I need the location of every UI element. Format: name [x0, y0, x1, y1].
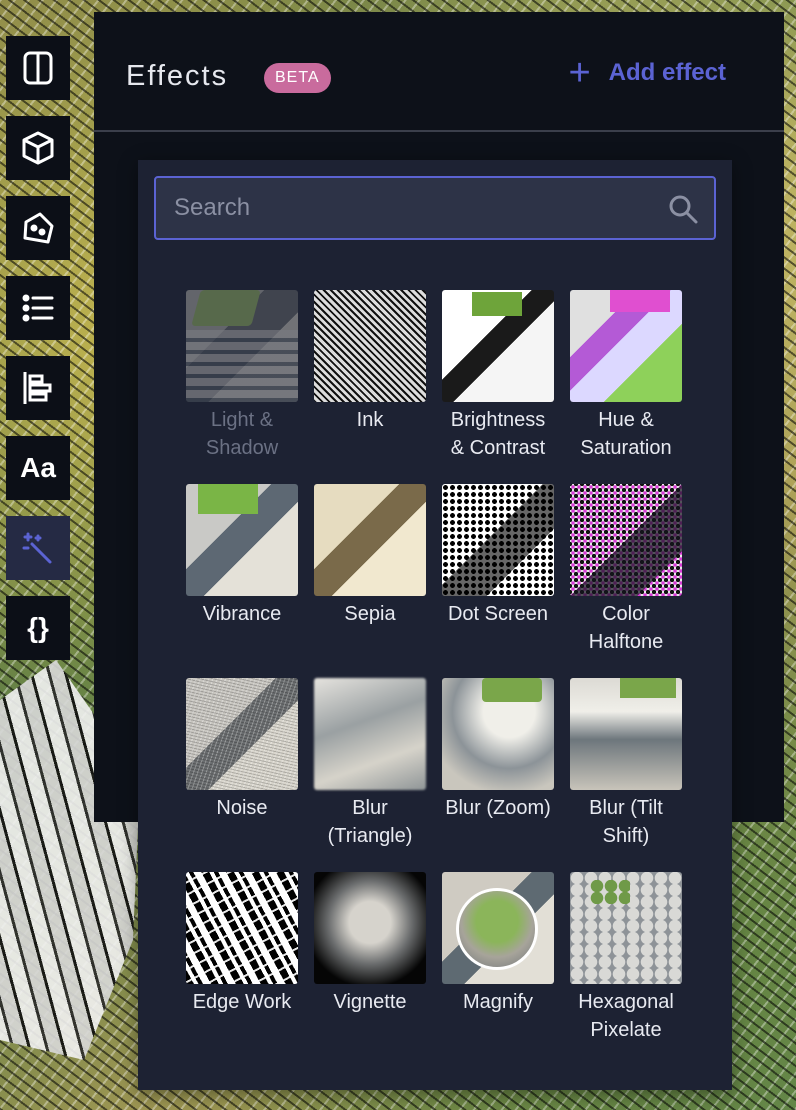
effect-label: Blur (Tilt Shift)	[589, 797, 663, 847]
json-editor-button[interactable]: {}	[6, 596, 70, 660]
legend-button[interactable]	[6, 356, 70, 420]
effect-brightness-contrast[interactable]: Brightness & Contrast	[442, 290, 554, 472]
search-input[interactable]	[174, 178, 654, 238]
magic-wand-icon	[22, 532, 52, 564]
panel-title: Effects	[126, 60, 229, 92]
effect-vibrance[interactable]: Vibrance	[186, 484, 298, 666]
magnifier-lens	[456, 888, 538, 970]
text-icon: Aa	[20, 452, 56, 483]
effect-thumbnail	[570, 872, 682, 984]
effect-label: Hue & Saturation	[580, 409, 672, 459]
polygon-icon	[23, 212, 54, 244]
effect-light-shadow[interactable]: Light & Shadow	[186, 290, 298, 472]
plus-icon: +	[568, 52, 591, 94]
effect-label: Vibrance	[202, 603, 282, 625]
effect-label: Ink	[356, 409, 384, 431]
effect-label: Blur (Zoom)	[445, 797, 551, 819]
cube-icon	[22, 131, 54, 165]
effect-noise[interactable]: Noise	[186, 678, 298, 860]
search-icon[interactable]	[668, 194, 698, 224]
effects-grid: Light & Shadow Ink Brightness & Contrast…	[186, 290, 686, 1054]
split-panel-icon	[23, 51, 53, 85]
effect-vignette[interactable]: Vignette	[314, 872, 426, 1054]
effect-thumbnail	[442, 484, 554, 596]
effect-label: Magnify	[462, 991, 534, 1013]
effect-dot-screen[interactable]: Dot Screen	[442, 484, 554, 666]
effect-thumbnail	[570, 484, 682, 596]
effect-picker: Light & Shadow Ink Brightness & Contrast…	[138, 160, 732, 1090]
braces-icon: {}	[27, 612, 49, 643]
effect-color-halftone[interactable]: Color Halftone	[570, 484, 682, 666]
effect-label: Light & Shadow	[205, 409, 279, 459]
effect-thumbnail	[570, 290, 682, 402]
effect-label: Edge Work	[192, 991, 292, 1013]
effects-button[interactable]	[6, 516, 70, 580]
effect-hue-saturation[interactable]: Hue & Saturation	[570, 290, 682, 472]
effect-blur-triangle[interactable]: Blur (Triangle)	[314, 678, 426, 860]
effect-edge-work[interactable]: Edge Work	[186, 872, 298, 1054]
effect-ink[interactable]: Ink	[314, 290, 426, 472]
text-button[interactable]: Aa	[6, 436, 70, 500]
beta-badge: BETA	[264, 63, 331, 93]
split-view-button[interactable]	[6, 36, 70, 100]
effect-thumbnail	[186, 290, 298, 402]
effect-sepia[interactable]: Sepia	[314, 484, 426, 666]
effect-thumbnail	[314, 872, 426, 984]
effect-label: Noise	[216, 797, 268, 819]
geometry-button[interactable]	[6, 196, 70, 260]
effect-hexagonal-pixelate[interactable]: Hexagonal Pixelate	[570, 872, 682, 1054]
left-toolbar: Aa {}	[6, 36, 70, 676]
effect-label: Hexagonal Pixelate	[578, 991, 674, 1041]
effect-label: Color Halftone	[588, 603, 664, 653]
effect-label: Blur (Triangle)	[327, 797, 413, 847]
3d-object-button[interactable]	[6, 116, 70, 180]
effect-thumbnail	[442, 290, 554, 402]
effect-label: Dot Screen	[447, 603, 549, 625]
effect-thumbnail	[186, 678, 298, 790]
effect-thumbnail	[570, 678, 682, 790]
layers-list-button[interactable]	[6, 276, 70, 340]
add-effect-button[interactable]: + Add effect	[568, 52, 726, 94]
effect-label: Brightness & Contrast	[450, 409, 546, 459]
search-box	[154, 176, 716, 240]
list-icon	[22, 294, 54, 322]
effect-magnify[interactable]: Magnify	[442, 872, 554, 1054]
add-effect-label: Add effect	[608, 59, 726, 86]
effect-thumbnail	[186, 872, 298, 984]
panel-header: Effects BETA + Add effect	[94, 12, 784, 132]
effect-blur-tilt-shift[interactable]: Blur (Tilt Shift)	[570, 678, 682, 860]
effect-blur-zoom[interactable]: Blur (Zoom)	[442, 678, 554, 860]
effect-thumbnail	[314, 290, 426, 402]
effect-label: Sepia	[344, 603, 396, 625]
effect-thumbnail	[442, 872, 554, 984]
effect-thumbnail	[314, 484, 426, 596]
effect-label: Vignette	[333, 991, 407, 1013]
effect-thumbnail	[314, 678, 426, 790]
effect-thumbnail	[442, 678, 554, 790]
effect-thumbnail	[186, 484, 298, 596]
bar-align-icon	[23, 372, 52, 404]
